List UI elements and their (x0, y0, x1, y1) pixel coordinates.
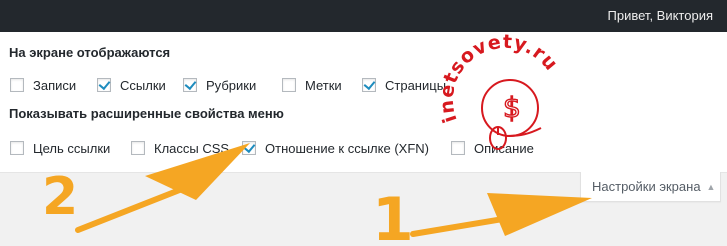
boxes-heading: На экране отображаются (9, 45, 171, 60)
screen-options-tab-label: Настройки экрана (592, 179, 701, 194)
option-xfn-label: Отношение к ссылке (XFN) (265, 140, 429, 156)
option-link-target-label: Цель ссылки (33, 140, 111, 156)
option-tags-label: Метки (305, 77, 342, 93)
checkbox-posts[interactable] (10, 78, 24, 92)
checkbox-categories[interactable] (183, 78, 197, 92)
watermark-text: inetsovety.ru (436, 31, 563, 126)
option-links-label: Ссылки (120, 77, 166, 93)
option-categories-label: Рубрики (206, 77, 257, 93)
checkbox-css-classes[interactable] (131, 141, 145, 155)
advanced-heading: Показывать расширенные свойства меню (9, 106, 284, 121)
option-posts-label: Записи (33, 77, 77, 93)
checkbox-pages[interactable] (362, 78, 376, 92)
admin-bar: Привет, Виктория (0, 0, 727, 32)
option-xfn[interactable]: Отношение к ссылке (XFN) (242, 139, 429, 157)
screen-options-tab[interactable]: Настройки экрана ▲ (580, 172, 721, 202)
option-tags[interactable]: Метки (282, 76, 342, 94)
option-links[interactable]: Ссылки (97, 76, 166, 94)
screen-options-panel: На экране отображаются Записи Ссылки Руб… (0, 32, 727, 172)
account-greeting[interactable]: Привет, Виктория (608, 8, 713, 23)
checkbox-links[interactable] (97, 78, 111, 92)
option-categories[interactable]: Рубрики (183, 76, 256, 94)
option-css-classes[interactable]: Классы CSS (131, 139, 229, 157)
watermark-stamp: $ inetsovety.ru (436, 31, 563, 150)
option-css-classes-label: Классы CSS (154, 140, 230, 156)
option-link-target[interactable]: Цель ссылки (10, 139, 110, 157)
checkbox-xfn[interactable] (242, 141, 256, 155)
checkbox-tags[interactable] (282, 78, 296, 92)
dollar-icon: $ (503, 91, 521, 124)
arrow-up-icon: ▲ (706, 181, 716, 192)
option-posts[interactable]: Записи (10, 76, 76, 94)
checkbox-link-target[interactable] (10, 141, 24, 155)
